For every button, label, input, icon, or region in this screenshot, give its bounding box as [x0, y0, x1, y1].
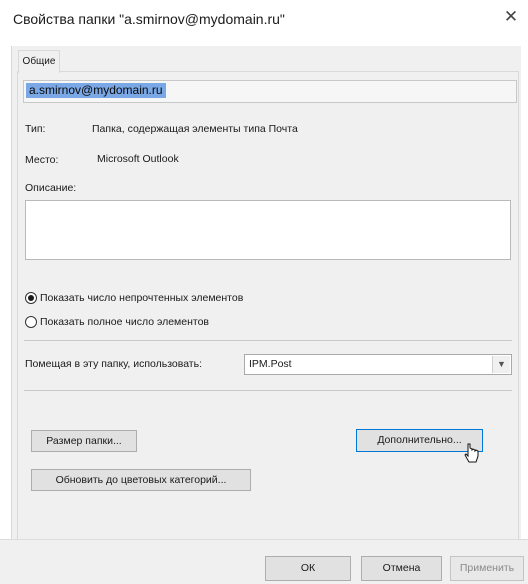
post-form-value: IPM.Post [249, 358, 292, 370]
location-value: Microsoft Outlook [97, 153, 179, 165]
post-form-combobox[interactable]: IPM.Post ▼ [244, 354, 512, 375]
description-textarea[interactable] [25, 200, 511, 260]
folder-size-button[interactable]: Размер папки... [31, 430, 137, 452]
apply-button[interactable]: Применить [450, 556, 524, 581]
type-value: Папка, содержащая элементы типа Почта [92, 123, 298, 135]
radio-selected-dot [28, 295, 34, 301]
location-label: Место: [25, 154, 59, 166]
radio-show-total[interactable] [25, 316, 37, 328]
mouse-cursor-icon [464, 443, 479, 463]
radio-show-unread-label[interactable]: Показать число непрочтенных элементов [40, 292, 243, 304]
radio-show-unread[interactable] [25, 292, 37, 304]
type-label: Тип: [25, 123, 46, 135]
upgrade-color-categories-button[interactable]: Обновить до цветовых категорий... [31, 469, 251, 491]
separator [24, 340, 512, 341]
dialog-footer [0, 539, 528, 584]
cancel-button[interactable]: Отмена [361, 556, 442, 581]
separator [24, 390, 512, 391]
ok-button[interactable]: ОК [265, 556, 351, 581]
close-icon[interactable]: ✕ [500, 6, 522, 28]
window-title: Свойства папки "a.smirnov@mydomain.ru" [13, 11, 285, 27]
radio-show-total-label[interactable]: Показать полное число элементов [40, 316, 209, 328]
chevron-down-icon[interactable]: ▼ [492, 356, 510, 373]
folder-name-value[interactable]: a.smirnov@mydomain.ru [26, 83, 166, 98]
tab-general[interactable]: Общие [18, 50, 60, 73]
description-label: Описание: [25, 182, 77, 194]
post-form-label: Помещая в эту папку, использовать: [25, 358, 203, 370]
